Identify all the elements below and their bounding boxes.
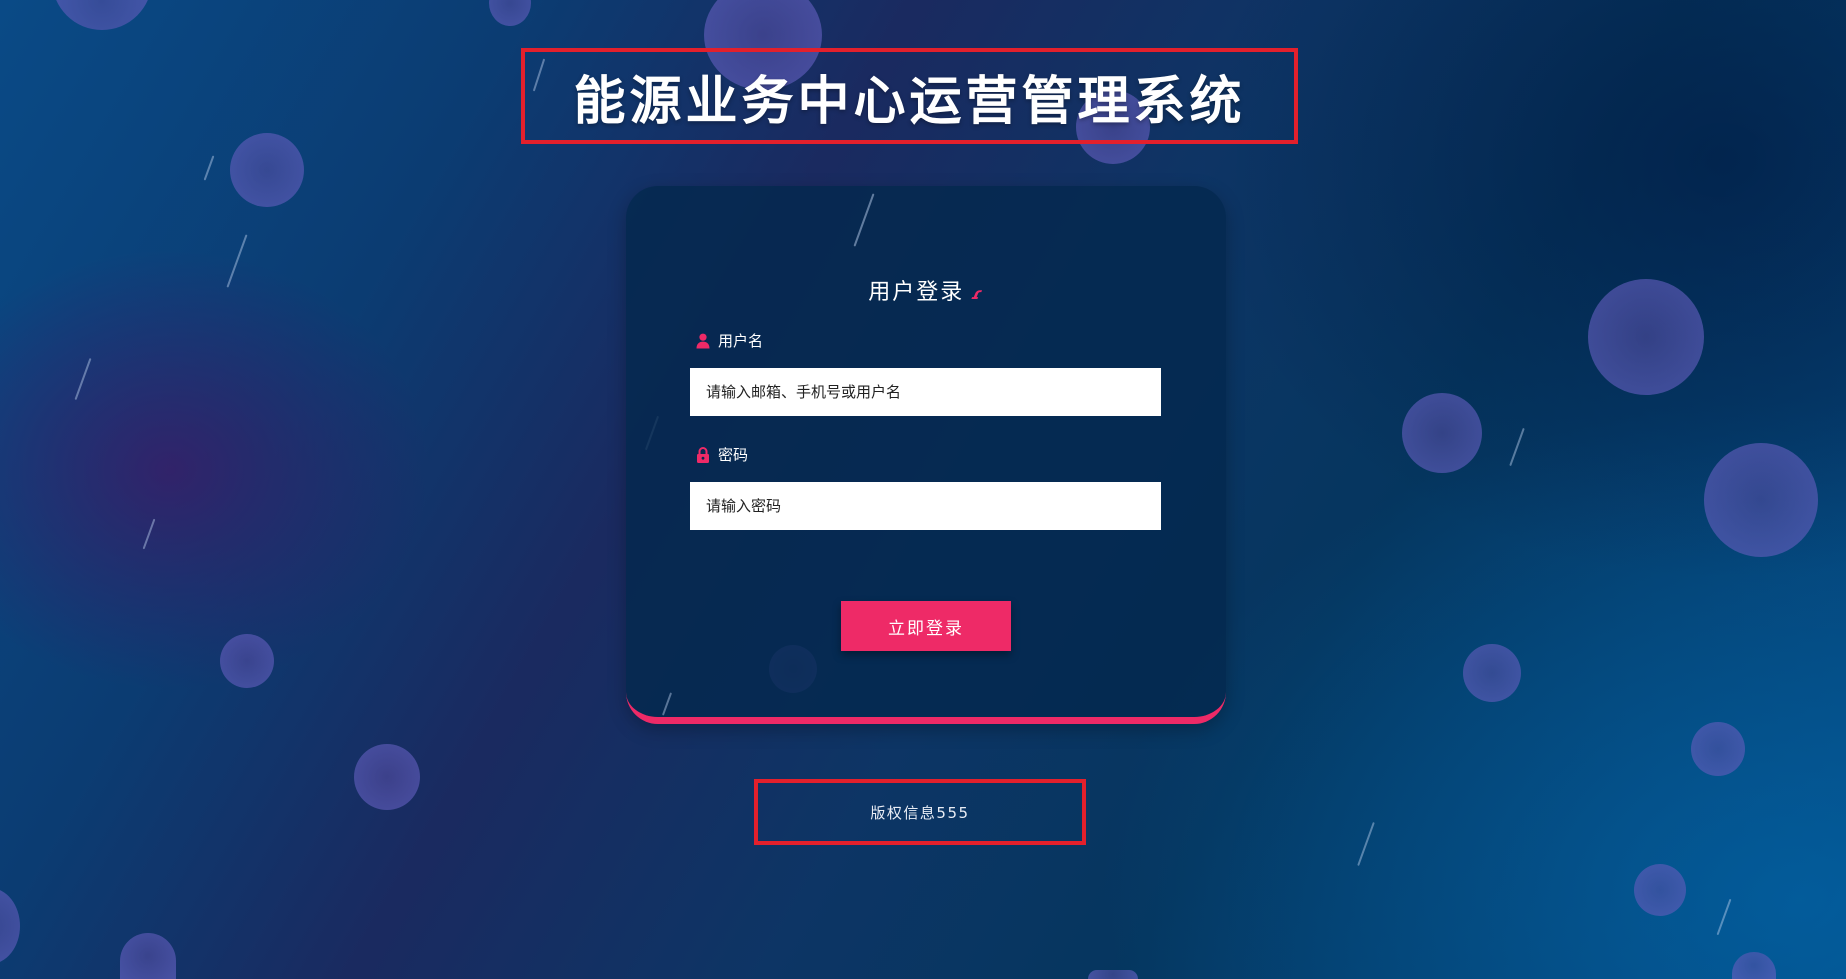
background-bubble: [1463, 644, 1521, 702]
background-streak: [142, 518, 156, 550]
background-streak: [74, 357, 92, 401]
page-title: 能源业务中心运营管理系统: [573, 71, 1246, 132]
background-bubble: [120, 933, 176, 979]
background-streak: [1716, 898, 1732, 936]
background-streak: [853, 193, 875, 247]
username-label-text: 用户名: [718, 332, 764, 350]
background-bubble: [230, 133, 304, 207]
password-label-text: 密码: [718, 446, 749, 464]
password-label: 密码: [696, 444, 748, 465]
background-bubble: [0, 888, 20, 964]
background-bubble: [52, 0, 152, 30]
page-title-box: 能源业务中心运营管理系统: [521, 48, 1298, 144]
background-bubble: [1402, 393, 1482, 473]
background-bubble: [1634, 864, 1686, 916]
background-bubble: [489, 0, 531, 26]
background-bubble: [1732, 952, 1776, 979]
background-streak: [1357, 822, 1375, 866]
background-bubble: [1691, 722, 1745, 776]
background-streak: [203, 155, 215, 181]
username-input[interactable]: [690, 368, 1161, 416]
background-bubble: [220, 634, 274, 688]
background-streak: [1509, 427, 1525, 467]
background-bubble: [354, 744, 420, 810]
login-card: 用户登录 ɾ 用户名 密码 立即登录: [626, 186, 1226, 724]
login-heading-text: 用户登录: [868, 280, 965, 305]
background-bubble: [1588, 279, 1704, 395]
background-streak: [226, 234, 248, 288]
user-icon: [696, 333, 710, 348]
login-button[interactable]: 立即登录: [841, 601, 1011, 651]
footer-box: 版权信息555: [754, 779, 1086, 845]
lock-icon: [697, 446, 709, 463]
background-bubble: [1704, 443, 1818, 557]
background-streak: [661, 692, 673, 716]
signature-icon: ɾ: [970, 284, 986, 303]
background-bubble: [1088, 970, 1138, 979]
login-heading: 用户登录 ɾ: [626, 274, 1226, 306]
username-label: 用户名: [696, 330, 763, 351]
password-input[interactable]: [690, 482, 1161, 530]
copyright-text: 版权信息555: [870, 803, 970, 822]
